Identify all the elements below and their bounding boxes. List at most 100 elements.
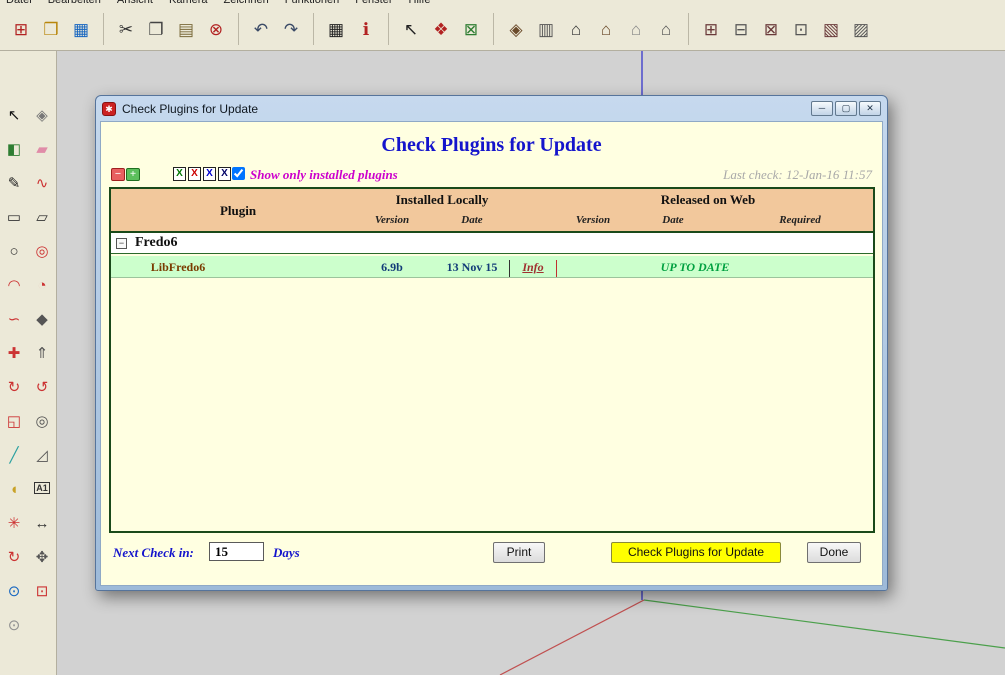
- arc-tool-icon[interactable]: ◠: [1, 273, 27, 298]
- fredo-dialog-icon: ✱: [102, 102, 116, 116]
- house-outline-icon[interactable]: ⌂: [623, 15, 649, 43]
- rectangle-tool-icon[interactable]: ▭: [1, 205, 27, 230]
- close-button[interactable]: ✕: [859, 101, 881, 116]
- solid-split-icon[interactable]: ▧: [818, 15, 844, 43]
- materials-icon[interactable]: ▥: [533, 15, 559, 43]
- follow-me-icon[interactable]: ↺: [29, 375, 55, 400]
- released-date-header: Date: [638, 214, 708, 226]
- dim-protractor-icon[interactable]: ◖: [1, 477, 27, 502]
- plugin-column-header: Plugin: [168, 203, 308, 219]
- roof-icon[interactable]: ⌂: [593, 15, 619, 43]
- plugin-info-icon[interactable]: ℹ: [353, 15, 379, 43]
- menu-funktionen[interactable]: Funktionen: [285, 0, 339, 6]
- plugin-row: LibFredo6 6.9b 13 Nov 15 Info UP TO DATE: [111, 254, 873, 278]
- freehand-icon[interactable]: ∿: [29, 171, 55, 196]
- solid-union-icon[interactable]: ⊞: [698, 15, 724, 43]
- days-input[interactable]: [209, 542, 264, 561]
- zoom-extents-icon[interactable]: ⊙: [1, 613, 27, 638]
- hand-tool-icon[interactable]: ↖: [398, 15, 424, 43]
- show-installed-checkbox[interactable]: [232, 167, 245, 180]
- rotated-rectangle-icon[interactable]: ▱: [29, 205, 55, 230]
- open-file-icon[interactable]: ❒: [38, 15, 64, 43]
- filter-x4-button[interactable]: X: [218, 167, 231, 181]
- menu-zeichnen[interactable]: Zeichnen: [224, 0, 269, 6]
- toolbar-separator: [388, 13, 389, 45]
- axes-tool-icon[interactable]: ✳: [1, 511, 27, 536]
- print-icon[interactable]: ▦: [323, 15, 349, 43]
- collapse-group-icon[interactable]: −: [116, 238, 127, 249]
- required-header: Required: [765, 214, 835, 226]
- redo-icon[interactable]: ↷: [278, 15, 304, 43]
- column-divider: [509, 260, 510, 277]
- cut-icon[interactable]: ✂: [113, 15, 139, 43]
- expand-all-button[interactable]: +: [126, 168, 140, 181]
- polygon-tool-icon[interactable]: ◆: [29, 307, 55, 332]
- filter-x2-button[interactable]: X: [188, 167, 201, 181]
- released-version-header: Version: [558, 214, 628, 226]
- paint-bucket-icon[interactable]: ◧: [1, 137, 27, 162]
- installed-group-header: Installed Locally: [351, 192, 533, 208]
- solid-trim-icon[interactable]: ⊠: [758, 15, 784, 43]
- info-link[interactable]: Info: [511, 260, 555, 275]
- line-tool-icon[interactable]: ✎: [1, 171, 27, 196]
- component-icon[interactable]: ◈: [503, 15, 529, 43]
- solid-intersect-icon[interactable]: ⊡: [788, 15, 814, 43]
- push-pull-icon[interactable]: ⇑: [29, 341, 55, 366]
- offset-tool-icon[interactable]: ◎: [29, 409, 55, 434]
- text-tool-icon[interactable]: [29, 477, 55, 502]
- solid-subtract-icon[interactable]: ⊟: [728, 15, 754, 43]
- save-icon[interactable]: ▦: [68, 15, 94, 43]
- barn-icon[interactable]: ⌂: [653, 15, 679, 43]
- orbit-tool-icon[interactable]: ↻: [1, 545, 27, 570]
- scale-tool-icon[interactable]: ◱: [1, 409, 27, 434]
- rotate-tool-icon[interactable]: ↻: [1, 375, 27, 400]
- dimension-tool-icon[interactable]: ↔: [29, 511, 55, 536]
- menu-fenster[interactable]: Fenster: [355, 0, 392, 6]
- eraser-icon[interactable]: ▰: [29, 137, 55, 162]
- move-tool-icon[interactable]: ✚: [1, 341, 27, 366]
- plugin-box-icon[interactable]: ⊠: [458, 15, 484, 43]
- toolbar-separator: [313, 13, 314, 45]
- zoom-window-icon[interactable]: ⊡: [29, 579, 55, 604]
- filter-x3-button[interactable]: X: [203, 167, 216, 181]
- new-file-icon[interactable]: ⊞: [8, 15, 34, 43]
- ellipse-tool-icon[interactable]: ◎: [29, 239, 55, 264]
- select-tool-icon[interactable]: ↖: [1, 103, 27, 128]
- solid-outer-icon[interactable]: ▨: [848, 15, 874, 43]
- zoom-tool-icon[interactable]: ⊙: [1, 579, 27, 604]
- filter-x1-button[interactable]: X: [173, 167, 186, 181]
- minimize-button[interactable]: ─: [811, 101, 833, 116]
- fredo-tools-icon[interactable]: ❖: [428, 15, 454, 43]
- menu-bar: Datei Bearbeiten Ansicht Kamera Zeichnen…: [0, 0, 1005, 8]
- dialog-content: Check Plugins for Update − + X X X X Sho…: [100, 121, 883, 586]
- empty-slot: [29, 613, 55, 638]
- copy-icon[interactable]: ❐: [143, 15, 169, 43]
- undo-icon[interactable]: ↶: [248, 15, 274, 43]
- curve-tool-icon[interactable]: ∽: [1, 307, 27, 332]
- paste-icon[interactable]: ▤: [173, 15, 199, 43]
- dialog-footer: Next Check in: Days Print Check Plugins …: [101, 542, 882, 566]
- pan-tool-icon[interactable]: ✥: [29, 545, 55, 570]
- house-icon[interactable]: ⌂: [563, 15, 589, 43]
- circle-tool-icon[interactable]: ○: [1, 239, 27, 264]
- menu-datei[interactable]: Datei: [6, 0, 32, 6]
- menu-kamera[interactable]: Kamera: [169, 0, 208, 6]
- check-plugins-button[interactable]: Check Plugins for Update: [611, 542, 781, 563]
- tape-measure-icon[interactable]: ╱: [1, 443, 27, 468]
- collapse-all-button[interactable]: −: [111, 168, 125, 181]
- delete-icon[interactable]: ⊗: [203, 15, 229, 43]
- maximize-button[interactable]: ▢: [835, 101, 857, 116]
- status-divider: [556, 260, 557, 277]
- protractor-icon[interactable]: ◿: [29, 443, 55, 468]
- done-button[interactable]: Done: [807, 542, 861, 563]
- last-check-text: Last check: 12-Jan-16 11:57: [723, 167, 872, 183]
- menu-bearbeiten[interactable]: Bearbeiten: [48, 0, 101, 6]
- pie-tool-icon[interactable]: ◔: [29, 273, 55, 298]
- green-axis: [644, 600, 1005, 648]
- make-component-icon[interactable]: ◈: [29, 103, 55, 128]
- print-button[interactable]: Print: [493, 542, 545, 563]
- menu-hilfe[interactable]: Hilfe: [409, 0, 431, 6]
- dialog-titlebar[interactable]: ✱ Check Plugins for Update ─ ▢ ✕: [100, 96, 883, 121]
- menu-ansicht[interactable]: Ansicht: [117, 0, 153, 6]
- days-label: Days: [273, 545, 300, 561]
